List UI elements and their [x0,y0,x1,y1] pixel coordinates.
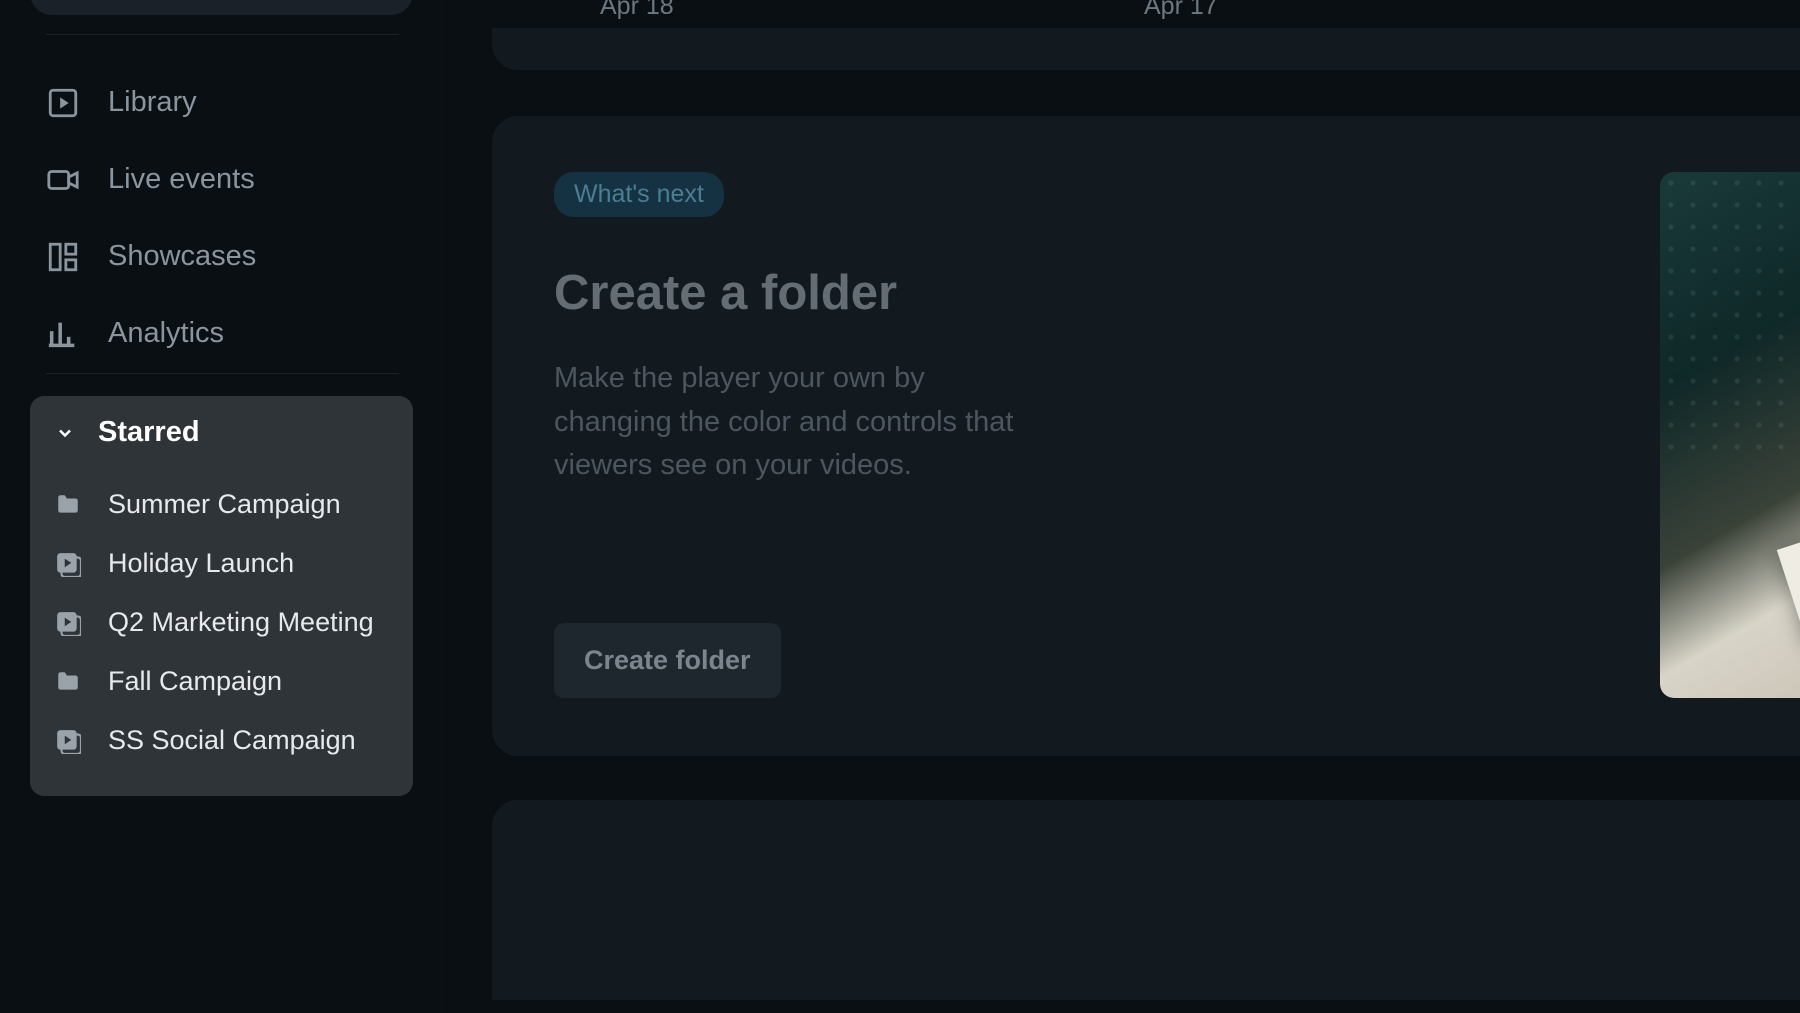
video-stack-icon [54,609,82,637]
whats-next-badge: What's next [554,172,724,217]
nav-list: Library Live events Showcases Analytics [46,64,406,372]
date-label: Apr 18 [600,0,674,21]
date-row: Apr 18 Apr 17 [492,0,1800,22]
video-stack-icon [54,550,82,578]
starred-title: Starred [98,416,200,449]
starred-toggle[interactable]: Starred [54,416,389,449]
video-camera-icon [46,163,80,197]
sidebar-item-label: Showcases [108,240,256,273]
starred-item-ss-social-campaign[interactable]: SS Social Campaign [54,711,389,770]
video-stack-icon [54,727,82,755]
starred-item-fall-campaign[interactable]: Fall Campaign [54,652,389,711]
whats-next-card: What's next Create a folder Make the pla… [492,116,1800,756]
sidebar-item-label: Analytics [108,317,224,350]
starred-item-label: Holiday Launch [108,548,294,579]
starred-item-q2-marketing-meeting[interactable]: Q2 Marketing Meeting [54,593,389,652]
next-card [492,800,1800,1000]
card-heading: Create a folder [554,265,1800,321]
divider [46,34,399,35]
create-folder-button[interactable]: Create folder [554,623,781,698]
starred-panel: Starred Summer Campaign Holiday Launch Q… [30,396,413,796]
sidebar-item-showcases[interactable]: Showcases [46,218,406,295]
sidebar-item-analytics[interactable]: Analytics [46,295,406,372]
starred-item-holiday-launch[interactable]: Holiday Launch [54,534,389,593]
divider [46,373,399,374]
card-preview-image: MOIRÉ CAMINO VERDE, ECUADOR [1660,172,1800,698]
card-body: Make the player your own by changing the… [554,357,1034,488]
starred-item-label: Q2 Marketing Meeting [108,607,374,638]
video-library-icon [46,86,80,120]
preview-product-label: MOIRÉ CAMINO VERDE, ECUADOR [1777,473,1800,644]
sidebar-item-label: Library [108,86,197,119]
sidebar-item-live-events[interactable]: Live events [46,141,406,218]
decorative-overlay [1660,172,1800,461]
starred-item-summer-campaign[interactable]: Summer Campaign [54,475,389,534]
starred-item-label: Summer Campaign [108,489,341,520]
bar-chart-icon [46,317,80,351]
folder-icon [54,668,82,696]
search-input[interactable] [30,0,413,15]
starred-item-label: Fall Campaign [108,666,282,697]
folder-icon [54,491,82,519]
previous-card [492,28,1800,70]
dashboard-icon [46,240,80,274]
chevron-down-icon [54,422,76,444]
sidebar-item-library[interactable]: Library [46,64,406,141]
starred-item-label: SS Social Campaign [108,725,356,756]
sidebar: Library Live events Showcases Analytics [0,0,442,1013]
sidebar-item-label: Live events [108,163,255,196]
main-content: Apr 18 Apr 17 What's next Create a folde… [442,0,1800,1013]
date-label: Apr 17 [1144,0,1218,21]
